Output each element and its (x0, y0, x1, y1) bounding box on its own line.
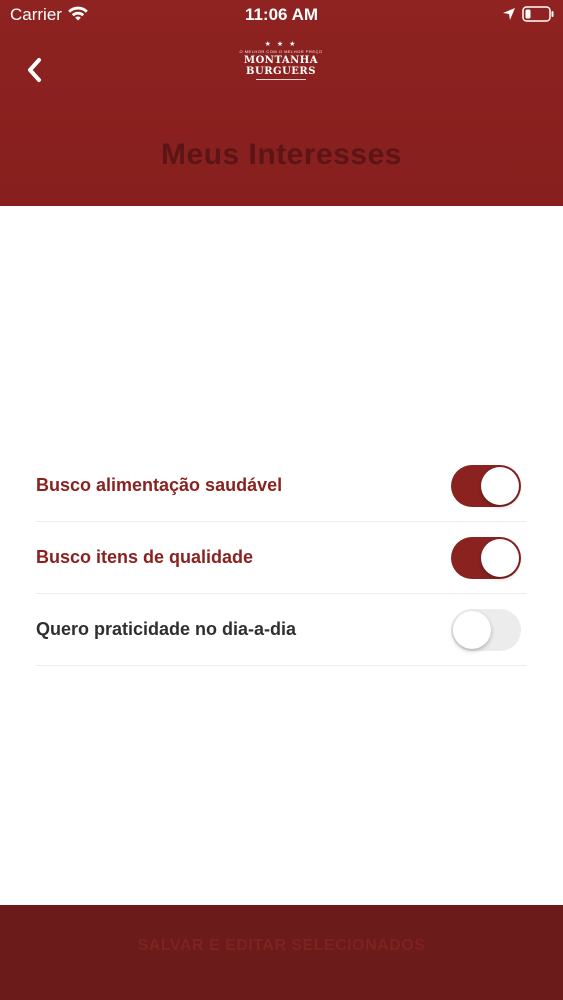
interest-list: Busco alimentação saudável Busco itens d… (36, 450, 527, 666)
interest-label: Busco alimentação saudável (36, 475, 283, 495)
logo-divider (256, 79, 306, 80)
chevron-left-icon (28, 58, 41, 82)
toggle-knob (453, 610, 491, 649)
interest-toggle-practicality[interactable] (451, 608, 521, 651)
interest-item-healthy-food[interactable]: Busco alimentação saudável (36, 450, 527, 522)
status-time: 11:06 AM (244, 5, 319, 24)
logo-name-line1: MONTANHA (244, 55, 318, 66)
logo-name-line2: BURGUERS (246, 66, 316, 77)
page-title: Meus Interesses (161, 138, 402, 171)
interest-label: Quero praticidade no dia-a-dia (36, 619, 297, 639)
location-arrow-icon (503, 8, 515, 20)
montanha-burguers-logo: ★ ★ ★ O MELHOR COM O MELHOR PREÇO MONTAN… (231, 40, 331, 100)
toggle-knob (481, 466, 519, 505)
toggle-knob (481, 538, 519, 577)
logo-stars: ★ ★ ★ (264, 41, 298, 48)
interest-item-quality-items[interactable]: Busco itens de qualidade (36, 522, 527, 594)
status-bar: Carrier 11:06 AM (0, 0, 563, 30)
interest-toggle-healthy-food[interactable] (451, 464, 521, 507)
interest-toggle-quality-items[interactable] (451, 536, 521, 579)
header: Carrier 11:06 AM ★ ★ ★ O MELHOR COM O ME… (0, 0, 563, 206)
interest-item-practicality[interactable]: Quero praticidade no dia-a-dia (36, 594, 527, 666)
logo-tagline: O MELHOR COM O MELHOR PREÇO (239, 49, 323, 54)
back-button[interactable] (14, 50, 54, 90)
interest-label: Busco itens de qualidade (36, 547, 254, 567)
battery-icon (522, 6, 554, 22)
save-button[interactable]: SALVAR E EDITAR SELECIONADOS (0, 905, 563, 1000)
save-button-label: SALVAR E EDITAR SELECIONADOS (137, 937, 426, 954)
